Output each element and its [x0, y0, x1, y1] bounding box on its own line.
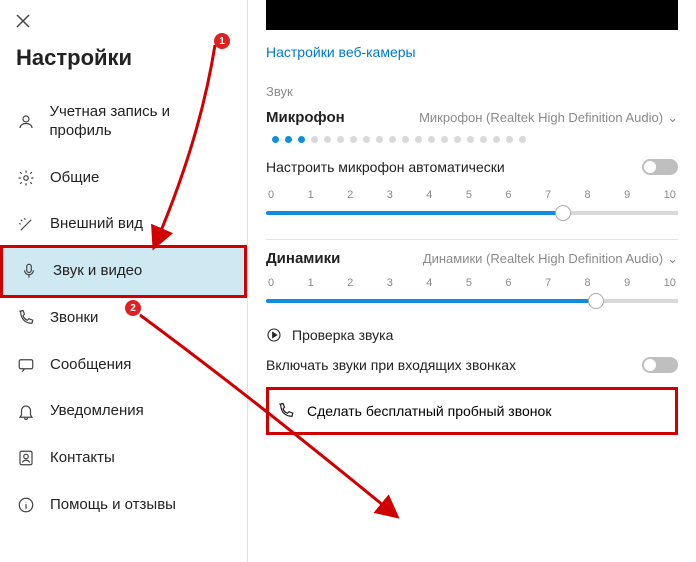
main-panel: Настройки веб-камеры Звук Микрофон Микро… [248, 0, 696, 562]
microphone-heading: Микрофон [266, 109, 345, 126]
speakers-scale: 012345678910 [266, 277, 678, 289]
video-preview [266, 0, 678, 30]
nav-label: Звонки [50, 309, 98, 328]
incoming-sound-label: Включать звуки при входящих звонках [266, 357, 516, 373]
sidebar-item-contacts[interactable]: Контакты [0, 435, 247, 482]
sidebar-item-messages[interactable]: Сообщения [0, 342, 247, 389]
sidebar-title: Настройки [0, 37, 247, 89]
nav-label: Контакты [50, 449, 115, 468]
microphone-device-name: Микрофон (Realtek High Definition Audio) [419, 110, 663, 125]
chevron-down-icon: ⌄ [667, 110, 678, 126]
info-icon [16, 496, 36, 514]
nav-label: Уведомления [50, 402, 144, 421]
free-test-call-button[interactable]: Сделать бесплатный пробный звонок [266, 387, 678, 435]
sound-test-button[interactable]: Проверка звука [266, 327, 678, 343]
close-button[interactable] [0, 0, 247, 37]
microphone-device-select[interactable]: Микрофон (Realtek High Definition Audio)… [419, 110, 678, 126]
sidebar-item-account[interactable]: Учетная запись и профиль [0, 89, 247, 155]
speakers-device-select[interactable]: Динамики (Realtek High Definition Audio)… [423, 251, 678, 267]
wand-icon [16, 216, 36, 234]
sound-test-label: Проверка звука [292, 327, 393, 343]
settings-sidebar: Настройки Учетная запись и профиль Общие… [0, 0, 248, 562]
sidebar-item-appearance[interactable]: Внешний вид [0, 201, 247, 248]
sidebar-item-notifications[interactable]: Уведомления [0, 388, 247, 435]
annotation-badge-2: 2 [125, 300, 141, 316]
incoming-sound-toggle[interactable] [642, 357, 678, 373]
sidebar-item-help[interactable]: Помощь и отзывы [0, 482, 247, 529]
mic-volume-slider[interactable] [266, 203, 678, 223]
phone-icon [277, 402, 295, 420]
play-icon [266, 327, 282, 343]
mic-scale: 012345678910 [266, 189, 678, 201]
auto-mic-label: Настроить микрофон автоматически [266, 159, 505, 175]
sidebar-item-calls[interactable]: Звонки [0, 295, 247, 342]
phone-icon [16, 309, 36, 327]
speakers-heading: Динамики [266, 250, 340, 267]
sidebar-item-audio-video[interactable]: Звук и видео [0, 245, 247, 298]
webcam-settings-link[interactable]: Настройки веб-камеры [266, 36, 416, 78]
message-icon [16, 356, 36, 374]
sound-section-label: Звук [266, 84, 678, 99]
auto-mic-toggle[interactable] [642, 159, 678, 175]
free-call-label: Сделать бесплатный пробный звонок [307, 403, 551, 419]
nav-label: Учетная запись и профиль [49, 103, 231, 141]
annotation-badge-1: 1 [214, 33, 230, 49]
divider [266, 239, 678, 240]
gear-icon [16, 169, 36, 187]
user-icon [16, 113, 35, 131]
contacts-icon [16, 449, 36, 467]
microphone-icon [19, 262, 39, 280]
nav-label: Общие [50, 169, 99, 188]
nav-label: Помощь и отзывы [50, 496, 176, 515]
microphone-level-dots [272, 136, 678, 143]
bell-icon [16, 403, 36, 421]
chevron-down-icon: ⌄ [667, 251, 678, 267]
speakers-volume-slider[interactable] [266, 291, 678, 311]
sidebar-item-general[interactable]: Общие [0, 155, 247, 202]
nav-label: Сообщения [50, 356, 131, 375]
nav-label: Звук и видео [53, 262, 142, 281]
nav-label: Внешний вид [50, 215, 143, 234]
speakers-device-name: Динамики (Realtek High Definition Audio) [423, 251, 663, 266]
